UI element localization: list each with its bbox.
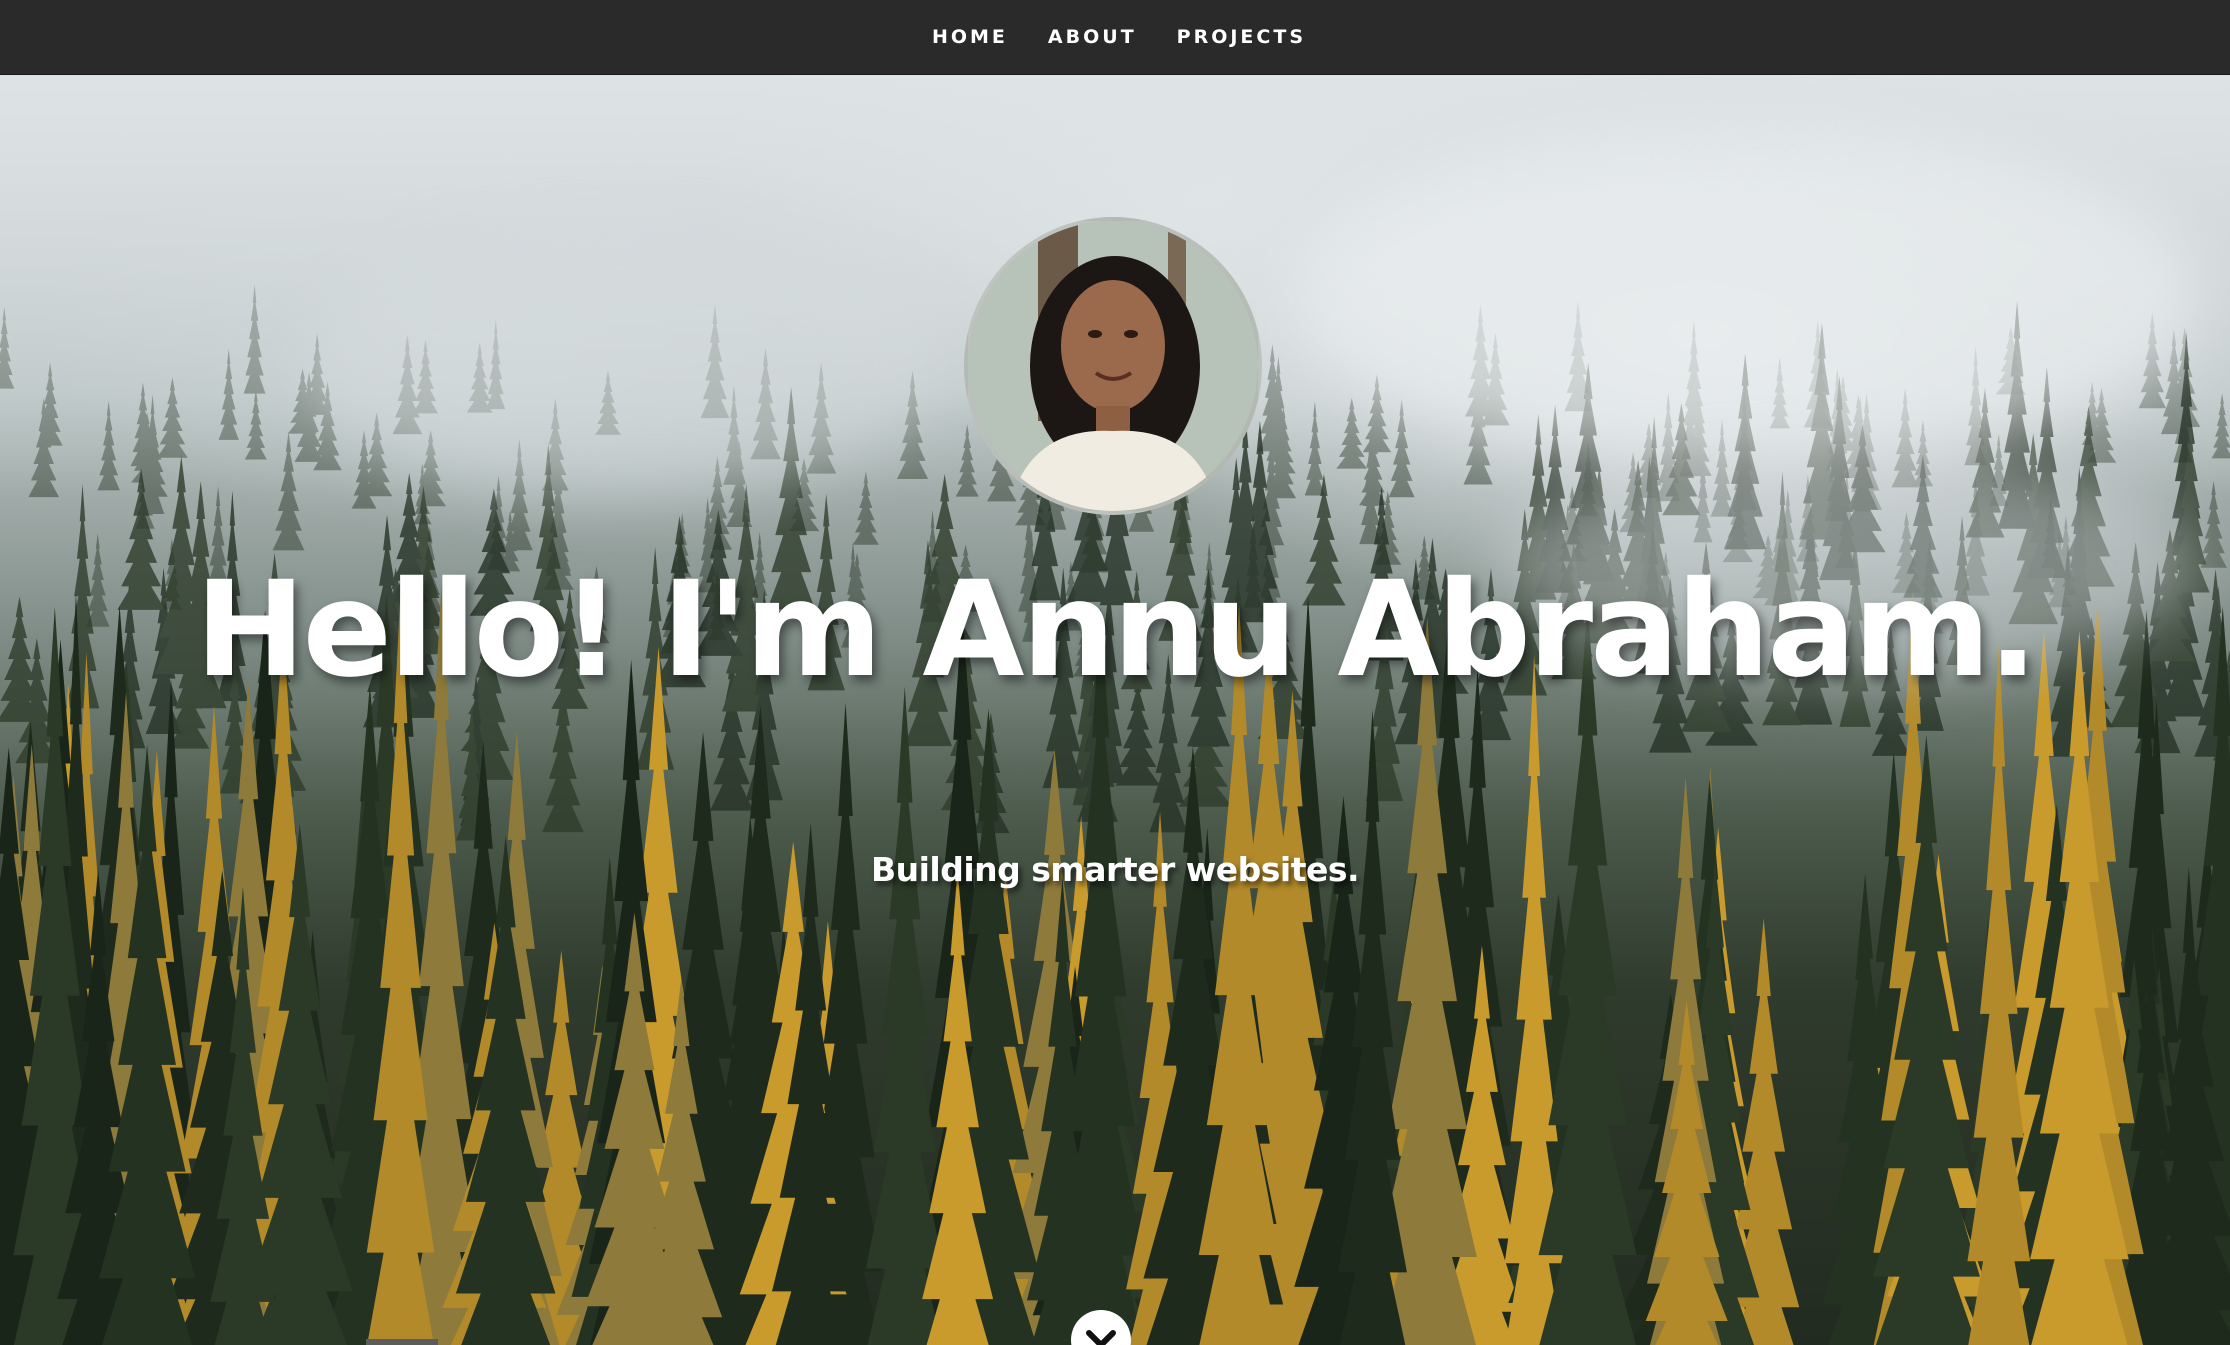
nav-item-about: ABOUT: [1048, 26, 1137, 48]
nav-link-about[interactable]: ABOUT: [1048, 26, 1137, 48]
top-navbar: HOME ABOUT PROJECTS: [0, 0, 2230, 75]
nav-link-projects[interactable]: PROJECTS: [1177, 26, 1306, 48]
nav-item-projects: PROJECTS: [1177, 26, 1306, 48]
profile-avatar: [964, 217, 1262, 515]
hero-title: Hello! I'm Annu Abraham.: [195, 553, 2038, 707]
hero-subtitle: Building smarter websites.: [870, 850, 1360, 889]
hero-section: Hello! I'm Annu Abraham. Building smarte…: [0, 75, 2230, 1345]
nav-menu: HOME ABOUT PROJECTS: [932, 26, 1306, 48]
scrollbar-thumb[interactable]: [366, 1339, 438, 1345]
nav-item-home: HOME: [932, 26, 1008, 48]
profile-photo: [968, 221, 1258, 511]
chevron-down-icon: [1086, 1330, 1116, 1345]
nav-link-home[interactable]: HOME: [932, 26, 1008, 48]
